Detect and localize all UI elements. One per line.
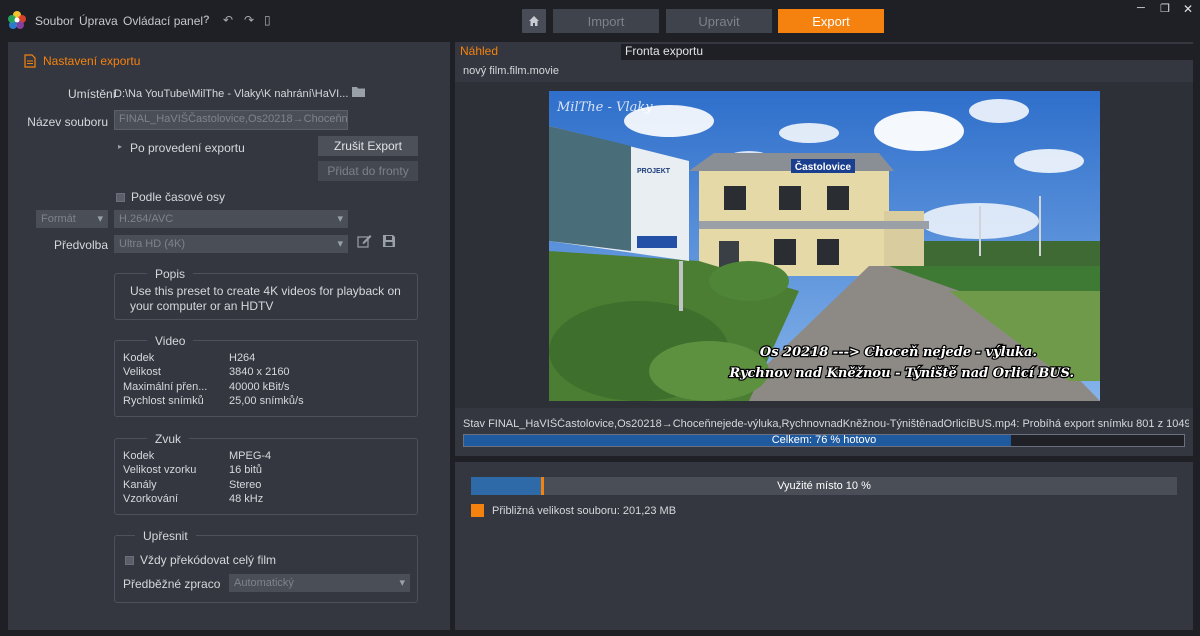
audio-codec-value: MPEG-4: [229, 450, 272, 462]
station-sign: Častolovice: [795, 160, 852, 173]
tab-edit[interactable]: Upravit: [666, 9, 772, 33]
close-icon[interactable]: ✕: [1183, 2, 1193, 16]
description-group: Popis Use this preset to create 4K video…: [114, 267, 418, 320]
tab-export-queue[interactable]: Fronta exportu: [621, 44, 1193, 60]
export-settings-panel: Nastavení exportu Umístění D:\Na YouTube…: [8, 42, 450, 630]
minimize-icon[interactable]: ─: [1137, 2, 1145, 14]
always-reencode-label: Vždy překódovat celý film: [140, 553, 277, 567]
always-reencode-checkbox[interactable]: Vždy překódovat celý film: [125, 553, 276, 567]
file-size-estimate: Přibližná velikost souboru: 201,23 MB: [471, 504, 676, 517]
caption-line-2: Rychnov nad Kněžnou - Týniště nad Orlicí…: [728, 366, 1074, 381]
audio-codec-label: Kodek: [123, 450, 155, 462]
tab-export[interactable]: Export: [778, 9, 884, 33]
disk-space-bar: Využité místo 10 %: [471, 477, 1177, 495]
export-settings-title-text: Nastavení exportu: [43, 54, 141, 68]
codec-select[interactable]: H.264/AVC: [114, 210, 348, 228]
filename-input[interactable]: FINAL_HaVIŠČastolovice,Os20218→Choceňnej: [114, 110, 348, 130]
menu-control-panel[interactable]: Ovládací panel: [123, 14, 203, 28]
audio-samplerate-value: 48 kHz: [229, 493, 264, 505]
document-icon[interactable]: ▯: [264, 13, 271, 27]
preset-label: Předvolba: [53, 238, 108, 252]
refine-group: Upřesnit Vždy překódovat celý film Předb…: [114, 529, 418, 603]
preset-select[interactable]: Ultra HD (4K): [114, 235, 348, 253]
audio-group: Zvuk Kodek MPEG-4 Velikost vzorku 16 bit…: [114, 432, 418, 515]
folder-icon[interactable]: [352, 86, 365, 100]
timeline-checkbox-label: Podle časové osy: [131, 190, 226, 204]
prerender-select[interactable]: Automatický: [229, 574, 410, 592]
description-title: Popis: [147, 267, 194, 281]
disk-space-label: Využité místo 10 %: [777, 480, 871, 492]
video-size-label: Velikost: [123, 366, 161, 378]
export-settings-icon: [24, 54, 36, 68]
video-size-value: 3840 x 2160: [229, 366, 290, 378]
movie-filename: nový film.film.movie: [463, 65, 559, 77]
preview-area: Častolovice PROJEKT MilThe - Vlaky Os 20…: [455, 82, 1193, 408]
export-progress-label: Celkem: 76 % hotovo: [771, 434, 877, 446]
save-preset-icon[interactable]: [382, 234, 396, 251]
menu-file[interactable]: Soubor: [35, 14, 74, 28]
video-framerate-label: Rychlost snímků: [123, 395, 204, 407]
export-progress-bar: Celkem: 76 % hotovo: [463, 434, 1185, 447]
video-title: Video: [147, 334, 194, 348]
edit-preset-icon[interactable]: [357, 234, 372, 251]
audio-channels-value: Stereo: [229, 479, 262, 491]
always-reencode-checkbox-box[interactable]: [125, 555, 134, 565]
video-bitrate-label: Maximální přen...: [123, 381, 208, 393]
video-framerate-value: 25,00 snímků/s: [229, 395, 304, 407]
tab-import[interactable]: Import: [553, 9, 659, 33]
video-bitrate-value: 40000 kBit/s: [229, 381, 290, 393]
top-bar: Soubor Úprava Ovládací panel ? ↶ ↷ ▯ Imp…: [0, 0, 1200, 42]
format-select[interactable]: Formát: [36, 210, 108, 228]
disk-space-panel: Využité místo 10 % Přibližná velikost so…: [455, 462, 1193, 630]
tab-preview[interactable]: Náhled: [460, 44, 498, 60]
redo-icon[interactable]: ↷: [244, 13, 254, 27]
restore-icon[interactable]: ❐: [1160, 2, 1170, 15]
preview-watermark: MilThe - Vlaky: [556, 100, 653, 115]
refine-title: Upřesnit: [135, 529, 196, 543]
prerender-label: Předběžné zpraco: [123, 577, 221, 591]
menu-edit[interactable]: Úprava: [79, 14, 118, 28]
audio-samplerate-label: Vzorkování: [123, 493, 179, 505]
home-icon: [529, 16, 539, 26]
audio-sample-size-value: 16 bitů: [229, 464, 263, 476]
video-codec-label: Kodek: [123, 352, 155, 364]
video-codec-value: H264: [229, 352, 256, 364]
add-to-queue-button[interactable]: Přidat do fronty: [318, 161, 418, 181]
file-size-estimate-label: Přibližná velikost souboru: 201,23 MB: [492, 504, 677, 517]
audio-sample-size-label: Velikost vzorku: [123, 464, 197, 476]
export-status-text: Stav FINAL_HaVIŠČastolovice,Os20218→Choc…: [463, 418, 1189, 430]
export-settings-title: Nastavení exportu: [24, 54, 140, 68]
filename-label: Název souboru: [27, 115, 108, 129]
timeline-checkbox[interactable]: Podle časové osy: [116, 190, 225, 204]
billboard-title: PROJEKT: [637, 168, 671, 175]
audio-channels-label: Kanály: [123, 479, 157, 491]
location-value: D:\Na YouTube\MilThe - Vlaky\K nahrání\H…: [114, 88, 349, 100]
video-group: Video Kodek H264 Velikost 3840 x 2160 Ma…: [114, 334, 418, 417]
audio-title: Zvuk: [147, 432, 190, 446]
expand-arrow-icon[interactable]: ▸: [118, 142, 122, 151]
location-label: Umístění: [67, 87, 116, 101]
caption-line-1: Os 20218 ---> Choceň nejede - výluka.: [760, 345, 1037, 360]
home-button[interactable]: [522, 9, 546, 33]
description-text: Use this preset to create 4K videos for …: [130, 284, 401, 313]
undo-icon[interactable]: ↶: [223, 13, 233, 27]
file-size-legend-swatch: [471, 504, 484, 517]
preview-frame: Častolovice PROJEKT MilThe - Vlaky Os 20…: [549, 91, 1100, 401]
help-icon[interactable]: ?: [203, 14, 210, 26]
app-logo-icon: [8, 11, 26, 29]
timeline-checkbox-box[interactable]: [116, 192, 125, 202]
after-export-label[interactable]: Po provedení exportu: [130, 141, 245, 155]
cancel-export-button[interactable]: Zrušit Export: [318, 136, 418, 156]
preview-panel: Náhled Fronta exportu nový film.film.mov…: [455, 42, 1193, 456]
